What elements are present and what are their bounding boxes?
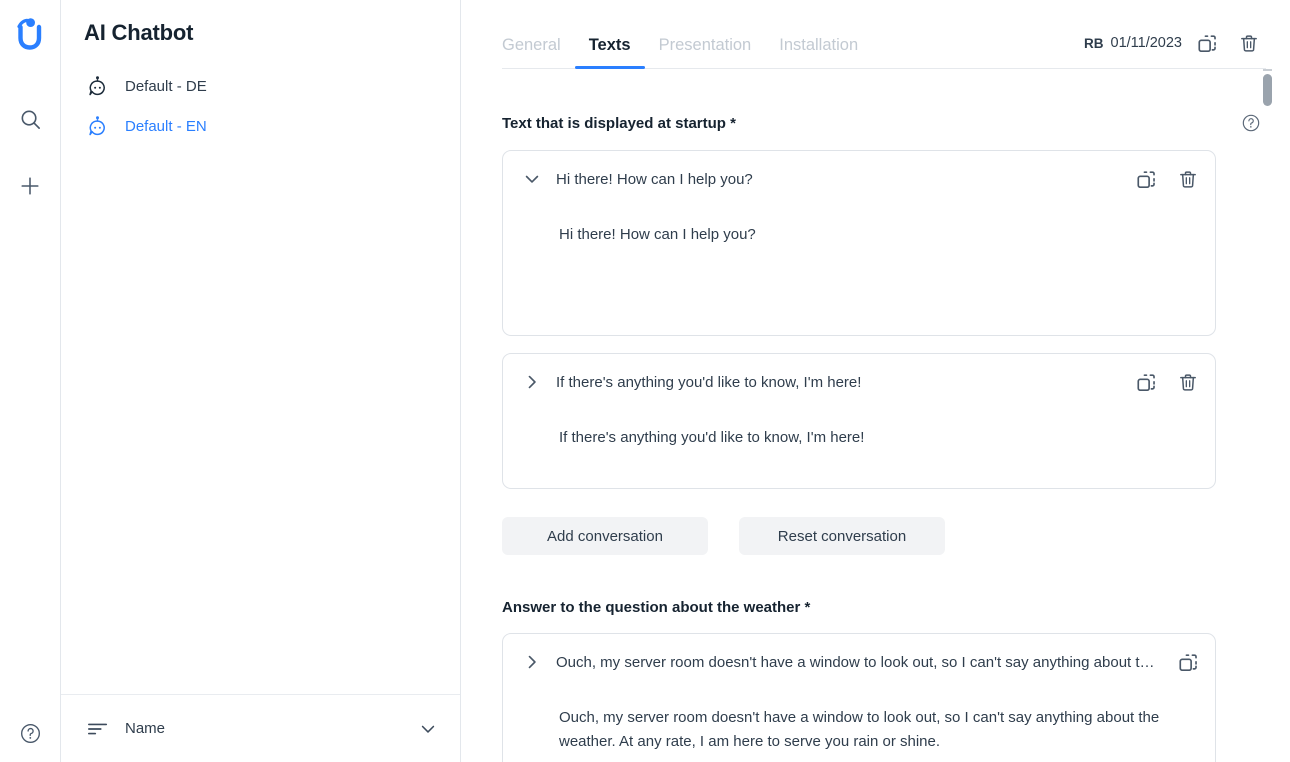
help-icon[interactable] [9, 712, 51, 754]
tab-bar: General Texts Presentation Installation … [461, 0, 1290, 69]
conversation-body-text: Ouch, my server room doesn't have a wind… [559, 709, 1160, 751]
tab-texts[interactable]: Texts [574, 36, 645, 69]
author-initials: RB [1084, 35, 1104, 51]
sort-label: Name [125, 720, 166, 737]
page-title: AI Chatbot [84, 20, 194, 45]
app-logo [8, 11, 52, 55]
search-icon[interactable] [8, 97, 52, 141]
conversation-card: Ouch, my server room doesn't have a wind… [502, 633, 1216, 762]
chevron-down-icon[interactable] [418, 719, 438, 739]
duplicate-icon[interactable] [1190, 28, 1224, 58]
sidebar-sort-bar[interactable]: Name [61, 694, 460, 762]
add-icon[interactable] [8, 164, 52, 208]
conversation-title: If there's anything you'd like to know, … [556, 373, 862, 391]
chatbot-icon [86, 115, 108, 137]
duplicate-icon[interactable] [1171, 647, 1205, 677]
sort-icon [87, 718, 109, 740]
reset-conversation-button[interactable]: Reset conversation [739, 517, 945, 555]
conversation-title: Ouch, my server room doesn't have a wind… [556, 653, 1163, 671]
conversation-card-header[interactable]: Hi there! How can I help you? [503, 151, 1215, 207]
sidebar-item-label: Default - EN [125, 117, 207, 135]
chatbot-list: Default - DE Default - EN [61, 66, 460, 146]
modified-date: 01/11/2023 [1110, 35, 1183, 51]
field-label: Text that is displayed at startup * [502, 114, 736, 132]
conversation-card: If there's anything you'd like to know, … [502, 353, 1216, 489]
tab-installation[interactable]: Installation [765, 36, 872, 69]
header-meta: RB 01/11/2023 [1084, 28, 1266, 58]
field-header-weather: Answer to the question about the weather… [502, 599, 1290, 616]
trash-icon[interactable] [1171, 367, 1205, 397]
settings-content: Text that is displayed at startup * Hi t… [461, 113, 1290, 762]
tab-general[interactable]: General [502, 36, 575, 69]
conversation-body[interactable]: Ouch, my server room doesn't have a wind… [503, 690, 1215, 755]
conversation-button-row: Add conversation Reset conversation [502, 517, 1290, 555]
conversation-card-actions [1163, 647, 1205, 677]
chevron-right-icon[interactable] [519, 649, 545, 675]
conversation-card-header[interactable]: Ouch, my server room doesn't have a wind… [503, 634, 1215, 690]
trash-icon[interactable] [1171, 164, 1205, 194]
conversation-card-actions [1121, 164, 1205, 194]
add-conversation-button[interactable]: Add conversation [502, 517, 708, 555]
main-panel: General Texts Presentation Installation … [461, 0, 1290, 762]
conversation-title: Hi there! How can I help you? [556, 170, 753, 188]
settings-scroll-area: Text that is displayed at startup * Hi t… [461, 69, 1290, 762]
chevron-right-icon[interactable] [519, 369, 545, 395]
chevron-down-icon[interactable] [519, 166, 545, 192]
field-label: Answer to the question about the weather… [502, 599, 811, 616]
icon-rail [0, 0, 61, 762]
sidebar-item-label: Default - DE [125, 77, 207, 95]
tab-presentation[interactable]: Presentation [645, 36, 766, 69]
duplicate-icon[interactable] [1129, 367, 1163, 397]
conversation-body-text: If there's anything you'd like to know, … [559, 429, 865, 446]
conversation-card-header[interactable]: If there's anything you'd like to know, … [503, 354, 1215, 410]
conversation-body-text: Hi there! How can I help you? [559, 226, 756, 243]
trash-icon[interactable] [1232, 28, 1266, 58]
conversation-card-actions [1121, 367, 1205, 397]
duplicate-icon[interactable] [1129, 164, 1163, 194]
sidebar: AI Chatbot Default - DE Default - EN Nam… [61, 0, 461, 762]
conversation-body[interactable]: If there's anything you'd like to know, … [503, 410, 1215, 450]
tab-list: General Texts Presentation Installation [502, 36, 872, 69]
field-header-startup: Text that is displayed at startup * [502, 113, 1290, 133]
conversation-body[interactable]: Hi there! How can I help you? [503, 207, 1215, 247]
app-root: AI Chatbot Default - DE Default - EN Nam… [0, 0, 1290, 762]
sidebar-item-default-en[interactable]: Default - EN [61, 106, 460, 146]
chatbot-icon [86, 75, 108, 97]
sidebar-item-default-de[interactable]: Default - DE [61, 66, 460, 106]
conversation-card: Hi there! How can I help you? Hi there! … [502, 150, 1216, 336]
help-circle-icon[interactable] [1241, 113, 1261, 133]
